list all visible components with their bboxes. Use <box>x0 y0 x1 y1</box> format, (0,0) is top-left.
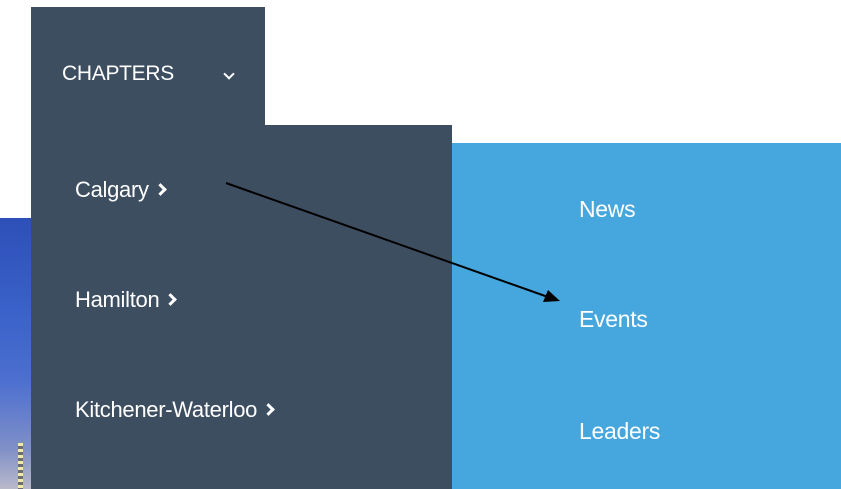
submenu-item-events[interactable]: Events <box>579 306 648 333</box>
menu-item-hamilton[interactable]: Hamilton <box>75 287 178 313</box>
menu-item-calgary[interactable]: Calgary <box>75 177 167 203</box>
chevron-right-icon <box>153 183 167 196</box>
calgary-submenu: News Events Leaders <box>452 143 841 489</box>
menu-item-label: Hamilton <box>75 287 160 312</box>
submenu-item-leaders[interactable]: Leaders <box>579 418 660 445</box>
chapters-dropdown: Calgary Hamilton Kitchener-Waterloo <box>31 125 452 489</box>
menu-item-label: Kitchener-Waterloo <box>75 397 258 422</box>
chapters-menu-label: CHAPTERS <box>62 62 174 85</box>
chevron-right-icon <box>164 293 178 306</box>
chevron-down-icon <box>223 68 235 80</box>
chapters-menu-button[interactable]: CHAPTERS <box>31 7 265 125</box>
menu-item-label: Calgary <box>75 177 149 202</box>
submenu-item-news[interactable]: News <box>579 196 636 223</box>
menu-item-kitchener-waterloo[interactable]: Kitchener-Waterloo <box>75 397 275 423</box>
chevron-right-icon <box>262 403 275 416</box>
